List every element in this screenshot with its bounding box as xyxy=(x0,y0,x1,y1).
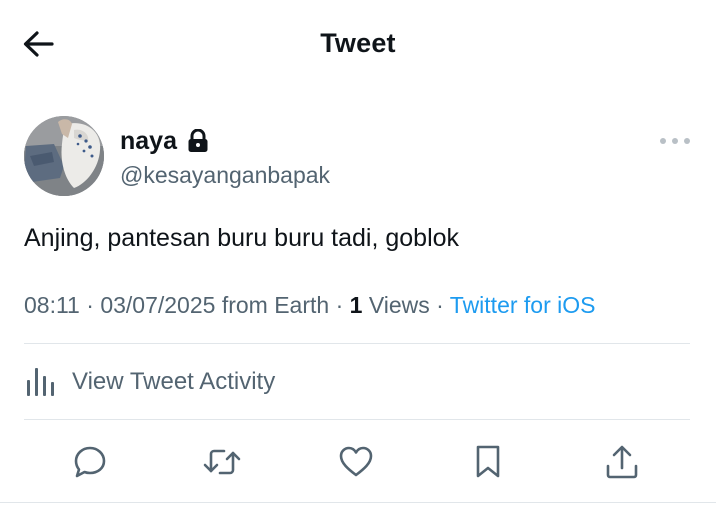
more-dot xyxy=(684,138,690,144)
reply-icon xyxy=(74,446,106,478)
bookmark-icon xyxy=(476,445,500,478)
retweet-icon xyxy=(203,449,241,475)
divider xyxy=(24,343,690,344)
reply-button[interactable] xyxy=(68,440,112,484)
more-horizontal-icon xyxy=(660,138,666,144)
page-title: Tweet xyxy=(320,28,396,58)
tweet-author: naya @kesayanganbapak xyxy=(24,116,692,196)
divider xyxy=(0,502,716,503)
tweet-actions-bar xyxy=(0,440,716,484)
activity-label: View Tweet Activity xyxy=(72,368,276,395)
tweet-metadata: 08:11 · 03/07/2025 from Earth · 1 Views … xyxy=(24,292,596,319)
more-dot xyxy=(672,138,678,144)
top-bar: Tweet xyxy=(0,0,716,90)
more-options-button[interactable] xyxy=(660,134,690,148)
separator-dot: · xyxy=(335,292,350,318)
divider xyxy=(24,419,690,420)
views-count: 1 xyxy=(349,292,363,318)
share-button[interactable] xyxy=(600,440,644,484)
views-label: Views xyxy=(368,292,430,318)
bookmark-button[interactable] xyxy=(466,440,510,484)
separator-dot: · xyxy=(86,292,101,318)
tweet-time: 08:11 xyxy=(24,292,80,318)
heart-icon xyxy=(339,446,373,477)
display-name[interactable]: naya xyxy=(120,127,177,156)
tweet-date: 03/07/2025 from Earth xyxy=(100,292,330,318)
avatar-image xyxy=(24,116,104,196)
author-names: naya @kesayanganbapak xyxy=(120,124,330,189)
avatar[interactable] xyxy=(24,116,104,196)
view-tweet-activity-button[interactable]: View Tweet Activity xyxy=(24,362,275,402)
like-button[interactable] xyxy=(334,440,378,484)
tweet-source-link[interactable]: Twitter for iOS xyxy=(450,292,596,318)
tweet-text: Anjing, pantesan buru buru tadi, goblok xyxy=(24,224,460,252)
bar-chart-icon xyxy=(27,368,54,396)
separator-dot: · xyxy=(436,292,450,318)
retweet-button[interactable] xyxy=(200,440,244,484)
author-handle[interactable]: @kesayanganbapak xyxy=(120,162,330,189)
share-icon xyxy=(606,445,638,479)
lock-icon xyxy=(187,129,209,153)
